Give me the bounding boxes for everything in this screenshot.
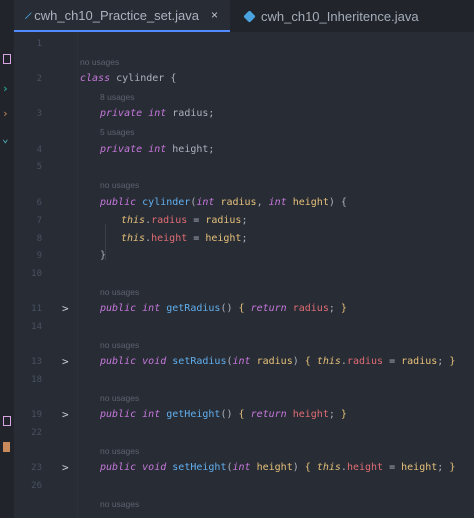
closing-brace: }	[100, 250, 107, 261]
class-declaration[interactable]: class cylinder {	[80, 70, 176, 88]
tab-inheritence[interactable]: cwh_ch10_Inheritence.java	[236, 0, 427, 32]
inlay-hint-row: 8 usages	[0, 88, 474, 106]
usage-hint[interactable]: no usages	[80, 53, 119, 71]
assign-height[interactable]: this.height = height;	[121, 230, 247, 248]
field-radius[interactable]: private int radius;	[100, 105, 214, 123]
code-line: 6 public cylinder(int radius, int height…	[0, 194, 474, 212]
constructor-declaration[interactable]: public cylinder(int radius, int height) …	[100, 194, 347, 212]
fold-arrow-icon[interactable]: >	[62, 353, 69, 371]
usage-hint[interactable]: no usages	[100, 389, 139, 407]
code-line: 18	[0, 371, 474, 389]
inlay-hint-row: no usages	[0, 336, 474, 354]
inlay-hint-row: no usages	[0, 389, 474, 407]
usage-hint[interactable]: no usages	[100, 336, 139, 354]
code-line: 4 private int height;	[0, 141, 474, 159]
usage-hint[interactable]: 5 usages	[100, 123, 135, 141]
inlay-hint-row: no usages	[0, 495, 474, 513]
usage-hint[interactable]: no usages	[100, 283, 139, 301]
line-number: 26	[31, 481, 42, 491]
inlay-hint-row: no usages	[0, 442, 474, 460]
line-number: 3	[36, 109, 42, 119]
code-line: 3 private int radius;	[0, 105, 474, 123]
inlay-hint-row: no usages	[0, 53, 474, 71]
code-line: 22	[0, 424, 474, 442]
fold-arrow-icon[interactable]: >	[62, 300, 69, 318]
field-height[interactable]: private int height;	[100, 141, 214, 159]
line-number: 9	[36, 251, 42, 261]
java-file-icon	[243, 9, 256, 23]
line-number: 18	[31, 375, 42, 385]
code-line: 2 class cylinder {	[0, 70, 474, 88]
tab-label: cwh_ch10_Practice_set.java	[34, 7, 199, 23]
code-line: 1	[0, 35, 474, 53]
code-line: 9 }	[0, 247, 474, 265]
method-set-radius[interactable]: public void setRadius(int radius) { this…	[100, 353, 455, 371]
method-get-height[interactable]: public int getHeight() { return height; …	[100, 406, 347, 424]
close-icon[interactable]: ×	[211, 8, 218, 22]
line-number: 10	[31, 269, 42, 279]
line-number: 11	[31, 304, 42, 314]
line-number: 8	[36, 234, 42, 244]
fold-arrow-icon[interactable]: >	[62, 459, 69, 477]
tab-practice-set[interactable]: cwh_ch10_Practice_set.java ×	[14, 0, 230, 32]
usage-hint[interactable]: 8 usages	[100, 88, 135, 106]
code-line: 5	[0, 158, 474, 176]
line-number: 22	[31, 428, 42, 438]
method-set-height[interactable]: public void setHeight(int height) { this…	[100, 459, 455, 477]
inlay-hint-row: 5 usages	[0, 123, 474, 141]
line-number: 5	[36, 162, 42, 172]
usage-hint[interactable]: no usages	[100, 442, 139, 460]
line-number: 1	[36, 39, 42, 49]
inlay-hint-row: no usages	[0, 176, 474, 194]
code-line: 8 this.height = height;	[0, 230, 474, 248]
usage-hint[interactable]: no usages	[100, 176, 139, 194]
java-file-icon	[24, 11, 32, 19]
code-line: 23 > public void setHeight(int height) {…	[0, 459, 474, 477]
line-number: 6	[36, 198, 42, 208]
code-line: 7 this.radius = radius;	[0, 212, 474, 230]
code-line: 13 > public void setRadius(int radius) {…	[0, 353, 474, 371]
code-line: 19 > public int getHeight() { return hei…	[0, 406, 474, 424]
code-line: 11 > public int getRadius() { return rad…	[0, 300, 474, 318]
usage-hint[interactable]: no usages	[100, 495, 139, 513]
tab-label: cwh_ch10_Inheritence.java	[261, 8, 419, 24]
inlay-hint-row: no usages	[0, 283, 474, 301]
line-number: 23	[31, 463, 42, 473]
code-line: 14	[0, 318, 474, 336]
line-number: 4	[36, 145, 42, 155]
code-line: 10	[0, 265, 474, 283]
line-number: 2	[36, 74, 42, 84]
method-get-radius[interactable]: public int getRadius() { return radius; …	[100, 300, 347, 318]
line-number: 19	[31, 410, 42, 420]
line-number: 14	[31, 322, 42, 332]
line-number: 13	[31, 357, 42, 367]
line-number: 7	[36, 216, 42, 226]
code-line: 26	[0, 477, 474, 495]
tab-bar: cwh_ch10_Practice_set.java × cwh_ch10_In…	[0, 0, 474, 33]
fold-arrow-icon[interactable]: >	[62, 406, 69, 424]
assign-radius[interactable]: this.radius = radius;	[121, 212, 247, 230]
